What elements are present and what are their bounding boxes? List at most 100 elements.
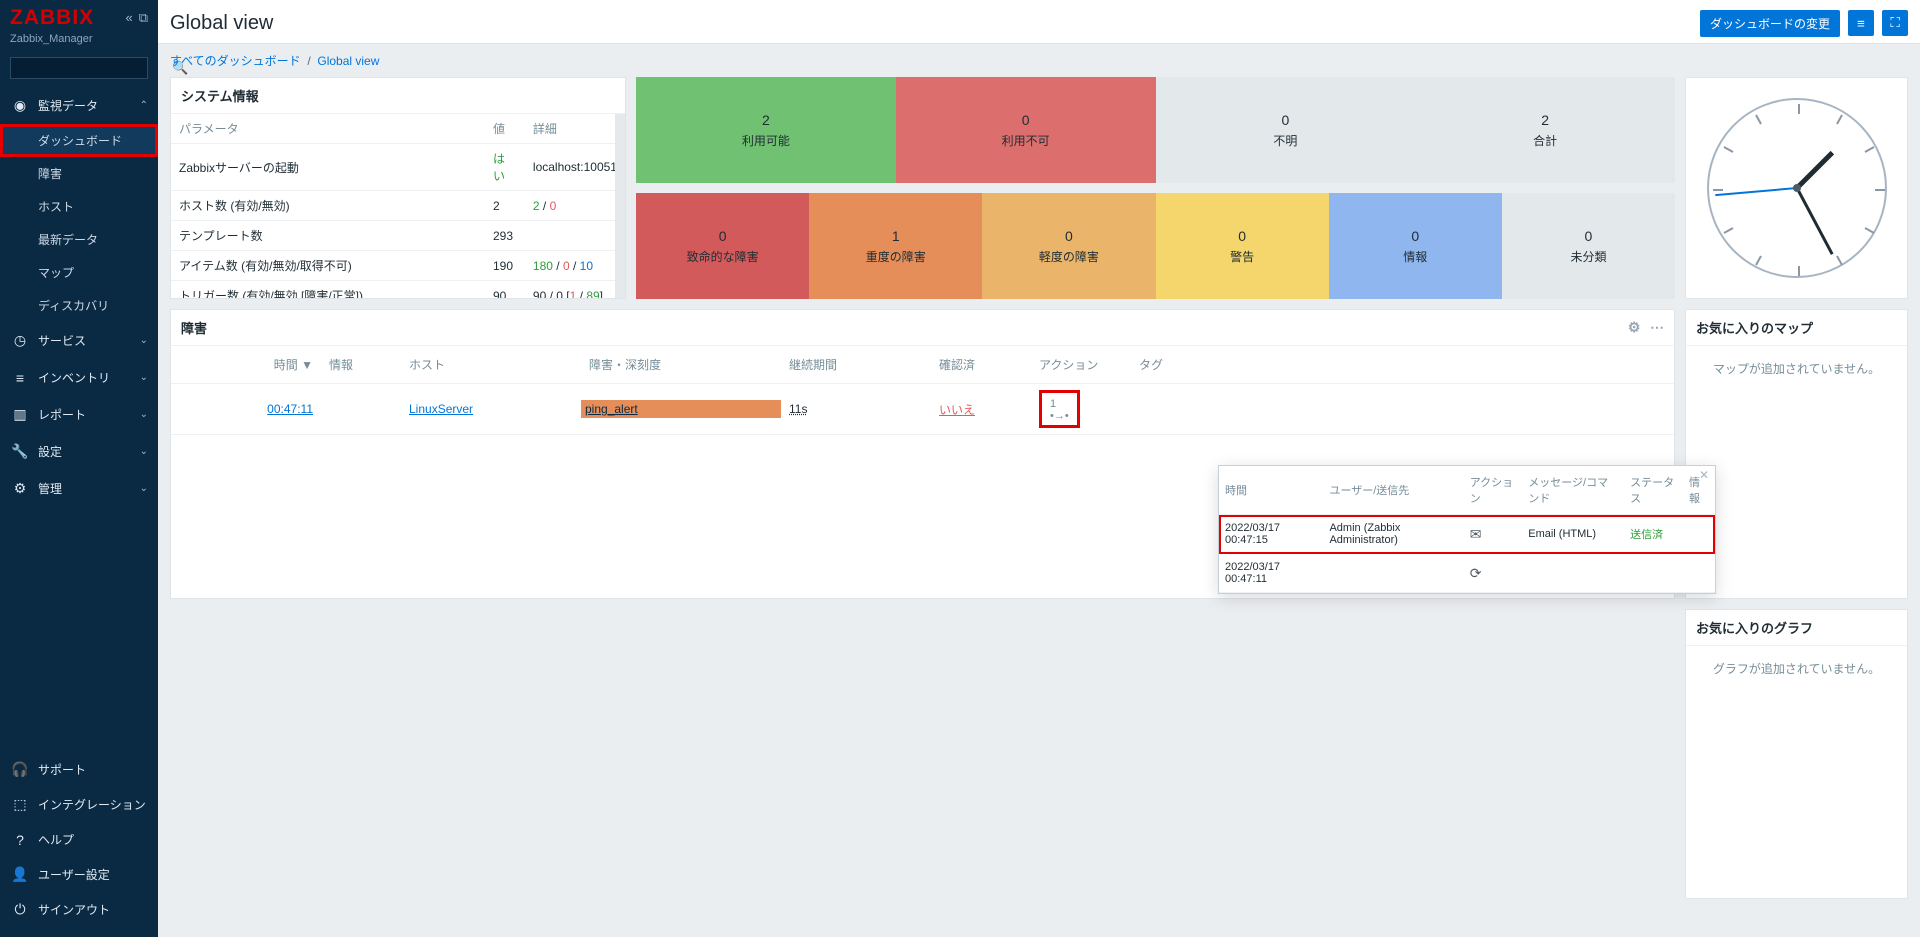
- search-box[interactable]: 🔍: [10, 57, 148, 79]
- status-tile[interactable]: 0情報: [1329, 193, 1502, 299]
- problem-trigger[interactable]: ping_alert: [581, 400, 781, 418]
- popup-row-user: Admin (Zabbix Administrator): [1323, 515, 1463, 554]
- breadcrumb-current[interactable]: Global view: [317, 54, 379, 68]
- sysinfo-col-value: 値: [485, 114, 525, 144]
- nav-support[interactable]: 🎧サポート: [0, 752, 158, 787]
- fav-maps-empty: マップが追加されていません。: [1686, 346, 1907, 391]
- action-popup: ✕ 時間 ユーザー/送信先 アクション メッセージ/コマンド ステータス 情報 …: [1218, 465, 1716, 594]
- chart-icon: ▥: [10, 406, 30, 423]
- nav-monitoring[interactable]: ◉ 監視データ ⌃: [0, 87, 158, 124]
- nav-item-latest[interactable]: 最新データ: [0, 223, 158, 256]
- widget-hosts-severity: 2利用可能0利用不可0不明2合計 0致命的な障害1重度の障害0軽度の障害0警告0…: [636, 77, 1675, 299]
- sysinfo-row: テンプレート数293: [171, 221, 625, 251]
- action-flow-icon: •→•: [1050, 410, 1069, 422]
- chevron-up-icon: ⌃: [140, 100, 148, 111]
- sysinfo-col-detail: 詳細: [525, 114, 625, 144]
- status-tile[interactable]: 2利用可能: [636, 77, 896, 183]
- more-icon[interactable]: ⋯: [1650, 319, 1664, 335]
- fav-maps-title: お気に入りのマップ: [1696, 318, 1813, 337]
- problem-ack[interactable]: いいえ: [939, 403, 975, 417]
- help-icon: ?: [10, 832, 30, 848]
- sysinfo-row: トリガー数 (有効/無効 [障害/正常])9090 / 0 [1 / 89]: [171, 281, 625, 299]
- user-icon: 👤: [10, 866, 30, 883]
- sysinfo-row: アイテム数 (有効/無効/取得不可)190180 / 0 / 10: [171, 251, 625, 281]
- nav-item-discovery[interactable]: ディスカバリ: [0, 289, 158, 322]
- nav-user-settings[interactable]: 👤ユーザー設定: [0, 857, 158, 892]
- nav-inventory[interactable]: ≡ インベントリ ⌄: [0, 359, 158, 396]
- chevron-down-icon: ⌄: [140, 372, 148, 383]
- gear-icon: ⚙: [10, 480, 30, 497]
- nav-signout[interactable]: ⏻サインアウト: [0, 892, 158, 927]
- support-icon: 🎧: [10, 761, 30, 778]
- widget-fav-maps: お気に入りのマップ マップが追加されていません。: [1685, 309, 1908, 599]
- problems-col-duration: 継続期間: [781, 346, 931, 384]
- popup-col-status: ステータス: [1624, 466, 1683, 515]
- sysinfo-title: システム情報: [181, 86, 259, 105]
- status-tile[interactable]: 0致命的な障害: [636, 193, 809, 299]
- popup-row-msg: Email (HTML): [1522, 515, 1624, 554]
- chevron-down-icon: ⌄: [140, 446, 148, 457]
- sysinfo-row: Zabbixサーバーの起動はいlocalhost:10051: [171, 144, 625, 191]
- problems-col-host: ホスト: [401, 346, 581, 384]
- status-tile[interactable]: 0未分類: [1502, 193, 1675, 299]
- problem-time[interactable]: 00:47:11: [267, 402, 313, 416]
- status-tile[interactable]: 0利用不可: [896, 77, 1156, 183]
- close-icon[interactable]: ✕: [1699, 468, 1709, 482]
- problems-col-info: 情報: [321, 346, 401, 384]
- nav-item-hosts[interactable]: ホスト: [0, 190, 158, 223]
- edit-dashboard-button[interactable]: ダッシュボードの変更: [1700, 10, 1840, 37]
- chevron-down-icon: ⌄: [140, 335, 148, 346]
- services-icon: ◷: [10, 332, 30, 349]
- search-input[interactable]: [17, 61, 172, 75]
- chevron-down-icon: ⌄: [140, 483, 148, 494]
- problems-col-tag: タグ: [1131, 346, 1674, 384]
- sysinfo-row: ホスト数 (有効/無効)22 / 0: [171, 191, 625, 221]
- fav-graphs-empty: グラフが追加されていません。: [1686, 646, 1907, 691]
- problems-col-trigger: 障害・深刻度: [581, 346, 781, 384]
- hamburger-button[interactable]: ≡: [1848, 10, 1874, 36]
- nav-item-problems[interactable]: 障害: [0, 157, 158, 190]
- problems-title: 障害: [181, 318, 207, 337]
- nav-integration[interactable]: ⬚インテグレーション: [0, 787, 158, 822]
- popup-row-1: 2022/03/17 00:47:15 Admin (Zabbix Admini…: [1219, 515, 1715, 554]
- brand-logo[interactable]: ZABBIX: [10, 6, 94, 30]
- nav-reports[interactable]: ▥ レポート ⌄: [0, 396, 158, 433]
- problem-action-box[interactable]: 1 •→•: [1039, 390, 1080, 428]
- status-tile[interactable]: 0不明: [1156, 77, 1416, 183]
- problem-host[interactable]: LinuxServer: [409, 402, 473, 416]
- nav-config[interactable]: 🔧 設定 ⌄: [0, 433, 158, 470]
- history-icon: ⟳: [1470, 565, 1482, 581]
- breadcrumb: すべてのダッシュボード / Global view: [158, 44, 1920, 77]
- fullscreen-button[interactable]: ⛶: [1882, 10, 1908, 36]
- fav-graphs-title: お気に入りのグラフ: [1696, 618, 1813, 637]
- status-tile[interactable]: 0警告: [1156, 193, 1329, 299]
- widget-clock: [1685, 77, 1908, 299]
- status-tile[interactable]: 1重度の障害: [809, 193, 982, 299]
- status-tile[interactable]: 2合計: [1415, 77, 1675, 183]
- list-icon: ≡: [10, 370, 30, 386]
- mail-icon: ✉: [1470, 526, 1482, 542]
- popup-row-status: 送信済: [1630, 529, 1663, 541]
- nav-admin[interactable]: ⚙ 管理 ⌄: [0, 470, 158, 507]
- page-title: Global view: [170, 12, 273, 35]
- problems-col-time[interactable]: 時間: [274, 358, 298, 372]
- chevron-down-icon: ⌄: [140, 409, 148, 420]
- status-tile[interactable]: 0軽度の障害: [982, 193, 1155, 299]
- popup-col-user: ユーザー/送信先: [1323, 466, 1463, 515]
- nav-services[interactable]: ◷ サービス ⌄: [0, 322, 158, 359]
- gear-icon[interactable]: ⚙: [1628, 319, 1641, 335]
- popout-icon[interactable]: ⧉: [139, 10, 148, 26]
- sysinfo-table[interactable]: パラメータ 値 詳細 Zabbixサーバーの起動はいlocalhost:1005…: [171, 114, 625, 298]
- nav-help[interactable]: ?ヘルプ: [0, 822, 158, 857]
- widget-system-info: システム情報 パラメータ 値 詳細 Zabbixサーバーの起動はいlocalho…: [170, 77, 626, 299]
- collapse-sidebar-icon[interactable]: «: [125, 10, 132, 26]
- nav-item-dashboard[interactable]: ダッシュボード: [0, 124, 158, 157]
- problem-row[interactable]: 00:47:11 LinuxServer ping_alert 11s いいえ …: [171, 384, 1674, 435]
- breadcrumb-all[interactable]: すべてのダッシュボード: [170, 54, 301, 68]
- wrench-icon: 🔧: [10, 443, 30, 460]
- widget-fav-graphs: お気に入りのグラフ グラフが追加されていません。: [1685, 609, 1908, 899]
- popup-col-time: 時間: [1219, 466, 1323, 515]
- nav-item-maps[interactable]: マップ: [0, 256, 158, 289]
- popup-col-msg: メッセージ/コマンド: [1522, 466, 1624, 515]
- eye-icon: ◉: [10, 97, 30, 114]
